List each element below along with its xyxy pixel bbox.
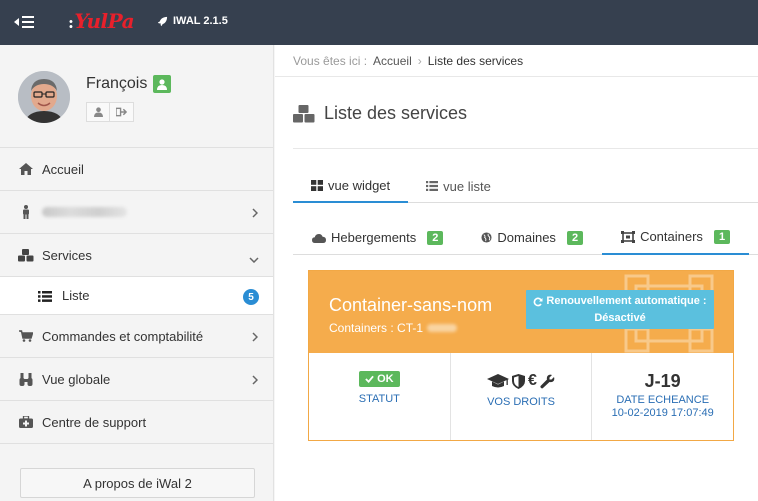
breadcrumb-current: Liste des services bbox=[427, 53, 524, 68]
graduation-cap-icon bbox=[487, 373, 510, 387]
redacted-id bbox=[427, 324, 458, 332]
user-name: François bbox=[86, 75, 172, 93]
category-tabs: Hebergements 2 Domaines 2 Containers 1 bbox=[293, 220, 758, 255]
main-content: Vous êtes ici : Accueil › Liste des serv… bbox=[275, 45, 758, 501]
cubes-icon bbox=[293, 104, 315, 122]
person-icon bbox=[18, 205, 34, 219]
deadline-cell: J-19 DATE ECHEANCE 10-02-2019 17:07:49 bbox=[591, 353, 733, 440]
tab-hebergements[interactable]: Hebergements 2 bbox=[293, 220, 462, 255]
profile-actions bbox=[86, 102, 134, 122]
divider bbox=[293, 148, 758, 149]
service-card-header: Container-sans-nom Containers : CT-1 Ren… bbox=[309, 271, 733, 353]
caret-left-icon bbox=[14, 18, 19, 26]
sidebar-item-vue-globale[interactable]: Vue globale bbox=[0, 358, 273, 401]
chevron-down-icon bbox=[249, 251, 259, 266]
status-badge: OK bbox=[359, 371, 400, 387]
menu-toggle-button[interactable] bbox=[14, 13, 40, 31]
count-badge: 1 bbox=[713, 229, 731, 244]
view-tabs: vue widget vue liste bbox=[293, 169, 758, 203]
sidebar-item-account[interactable] bbox=[0, 191, 273, 234]
rights-label: VOS DROITS bbox=[487, 396, 555, 408]
about-button[interactable]: A propos de iWal 2 bbox=[20, 468, 255, 498]
profile-button[interactable] bbox=[86, 102, 110, 122]
wrench-icon bbox=[540, 374, 555, 388]
tab-domaines[interactable]: Domaines 2 bbox=[462, 220, 602, 255]
breadcrumb: Vous êtes ici : Accueil › Liste des serv… bbox=[275, 45, 758, 77]
deadline-label: DATE ECHEANCE bbox=[616, 394, 710, 406]
th-large-icon bbox=[311, 179, 323, 191]
container-icon bbox=[621, 230, 636, 243]
count-badge: 2 bbox=[427, 230, 444, 245]
redacted-label bbox=[42, 207, 127, 217]
breadcrumb-separator: › bbox=[417, 53, 422, 68]
check-icon bbox=[365, 375, 374, 383]
sidebar-item-support[interactable]: Centre de support bbox=[0, 401, 273, 444]
avatar bbox=[18, 71, 70, 123]
cart-icon bbox=[18, 329, 34, 343]
status-label: STATUT bbox=[358, 393, 400, 405]
tab-containers[interactable]: Containers 1 bbox=[602, 220, 750, 255]
user-icon bbox=[93, 107, 103, 117]
tab-vue-widget[interactable]: vue widget bbox=[293, 169, 409, 203]
hamburger-icon bbox=[22, 16, 34, 28]
list-icon bbox=[38, 290, 52, 302]
page-title: Liste des services bbox=[293, 103, 467, 124]
service-card[interactable]: Container-sans-nom Containers : CT-1 Ren… bbox=[308, 270, 734, 441]
service-title: Container-sans-nom bbox=[329, 295, 493, 315]
user-profile: François bbox=[0, 45, 273, 148]
rights-icons: € bbox=[451, 372, 592, 390]
breadcrumb-home-link[interactable]: Accueil bbox=[373, 54, 412, 68]
app-version: IWAL 2.1.5 bbox=[157, 15, 228, 27]
list-icon bbox=[426, 181, 439, 191]
sidebar-item-accueil[interactable]: Accueil bbox=[0, 148, 273, 191]
rocket-icon bbox=[157, 16, 168, 26]
count-badge: 2 bbox=[566, 230, 584, 245]
home-icon bbox=[18, 162, 34, 176]
top-bar: :YulPa IWAL 2.1.5 bbox=[0, 0, 758, 45]
sidebar: François Accueil Services Liste 5 Comman… bbox=[0, 45, 274, 501]
binoculars-icon bbox=[18, 372, 34, 386]
cloud-icon bbox=[312, 233, 326, 243]
deadline-date: 10-02-2019 17:07:49 bbox=[611, 407, 714, 419]
tab-vue-liste[interactable]: vue liste bbox=[408, 169, 509, 203]
sign-out-icon bbox=[116, 107, 127, 117]
chevron-right-icon bbox=[252, 206, 259, 221]
chevron-right-icon bbox=[252, 373, 259, 388]
service-subtitle: Containers : CT-1 bbox=[329, 321, 458, 335]
medkit-icon bbox=[18, 415, 34, 429]
logout-button[interactable] bbox=[110, 102, 134, 122]
logo[interactable]: :YulPa bbox=[68, 9, 135, 35]
cubes-icon bbox=[18, 248, 34, 262]
auto-renew-button[interactable]: Renouvellement automatique : Désactivé bbox=[526, 290, 714, 329]
user-icon bbox=[157, 78, 168, 90]
rights-cell: € VOS DROITS bbox=[449, 353, 592, 440]
status-cell: OK STATUT bbox=[309, 353, 450, 440]
euro-icon: € bbox=[528, 372, 537, 389]
globe-icon bbox=[481, 232, 492, 243]
chevron-right-icon bbox=[252, 330, 259, 345]
user-badge[interactable] bbox=[153, 75, 172, 93]
shield-icon bbox=[512, 373, 526, 389]
sidebar-item-services[interactable]: Services bbox=[0, 234, 273, 277]
sidebar-subitem-liste[interactable]: Liste 5 bbox=[0, 277, 273, 315]
sidebar-item-commandes[interactable]: Commandes et comptabilité bbox=[0, 315, 273, 358]
service-card-body: OK STATUT € VOS DROITS J-19 DATE ECHEANC… bbox=[309, 353, 733, 440]
count-badge: 5 bbox=[243, 289, 259, 305]
days-remaining: J-19 bbox=[644, 371, 681, 391]
refresh-icon bbox=[534, 297, 543, 306]
